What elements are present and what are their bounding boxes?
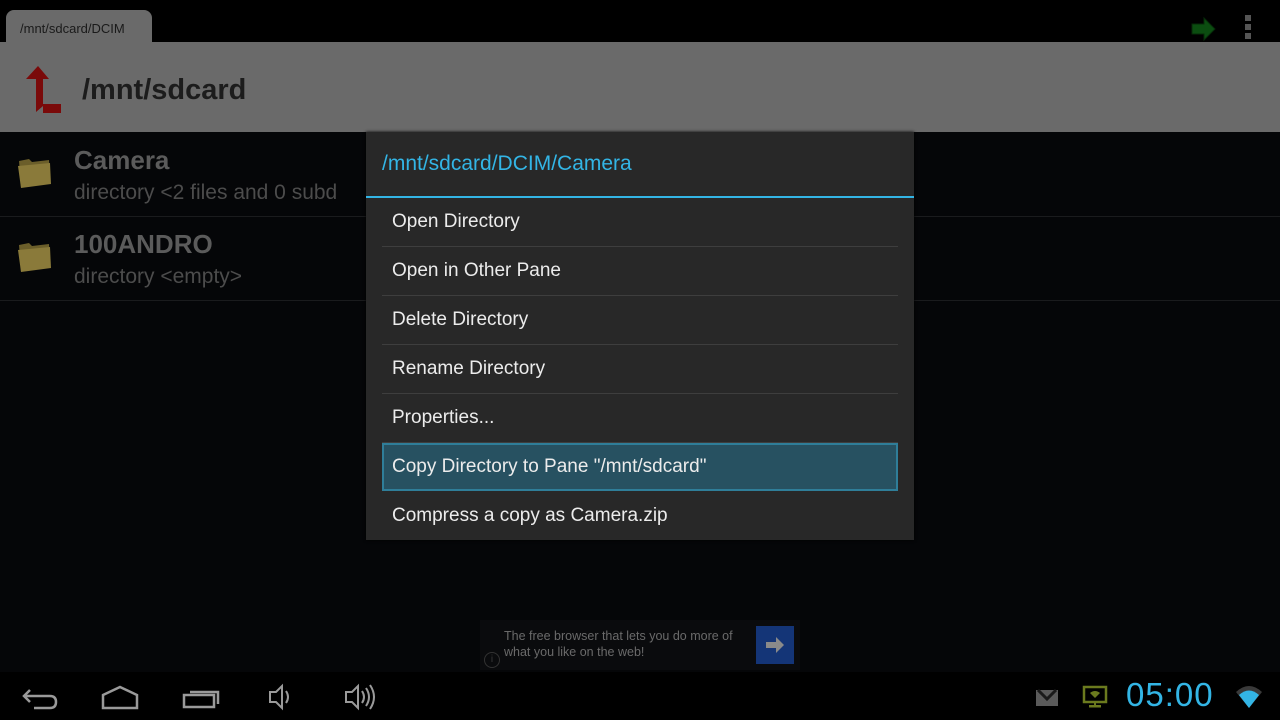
file-description: directory <2 files and 0 subd xyxy=(74,181,338,204)
up-directory-icon xyxy=(26,66,61,113)
current-path: /mnt/sdcard xyxy=(82,74,247,106)
monitor-icon xyxy=(1082,685,1108,708)
right-arrow-icon xyxy=(766,637,784,653)
volume-up-button[interactable] xyxy=(338,678,382,714)
folder-icon xyxy=(18,243,51,272)
gmail-notification[interactable] xyxy=(1032,678,1062,714)
menu-item-copy-directory-to-pane[interactable]: Copy Directory to Pane "/mnt/sdcard" xyxy=(382,443,898,491)
overflow-menu-icon xyxy=(1240,15,1256,39)
recent-apps-button[interactable] xyxy=(178,678,222,714)
system-navigation-bar: 05:00 xyxy=(0,672,1280,720)
back-icon xyxy=(22,689,58,710)
context-menu-dialog: /mnt/sdcard/DCIM/Camera Open Directory O… xyxy=(366,132,914,540)
tab-dcim[interactable]: /mnt/sdcard/DCIM xyxy=(6,10,152,42)
status-clock[interactable]: 05:00 xyxy=(1126,676,1214,714)
ad-text: The free browser that lets you do more o… xyxy=(504,629,733,659)
ad-arrow-button[interactable] xyxy=(756,626,794,664)
menu-item-label: Copy Directory to Pane "/mnt/sdcard" xyxy=(392,456,707,477)
overflow-menu-button[interactable] xyxy=(1240,14,1256,42)
menu-item-label: Delete Directory xyxy=(392,309,529,330)
recent-apps-icon xyxy=(182,690,220,709)
volume-down-button[interactable] xyxy=(258,678,302,714)
dialog-title: /mnt/sdcard/DCIM/Camera xyxy=(382,152,632,175)
menu-item-compress-copy[interactable]: Compress a copy as Camera.zip xyxy=(382,492,898,540)
wifi-status[interactable] xyxy=(1234,678,1264,714)
green-right-arrow-icon xyxy=(1191,16,1216,42)
tab-label: /mnt/sdcard/DCIM xyxy=(20,21,125,36)
path-header: /mnt/sdcard xyxy=(0,42,1280,132)
menu-item-label: Rename Directory xyxy=(392,358,546,379)
menu-item-properties[interactable]: Properties... xyxy=(382,394,898,443)
screen-cast-notification[interactable] xyxy=(1080,678,1110,714)
info-icon[interactable]: i xyxy=(484,652,500,668)
up-directory-button[interactable] xyxy=(22,66,64,116)
menu-item-label: Open in Other Pane xyxy=(392,260,561,281)
menu-item-rename-directory[interactable]: Rename Directory xyxy=(382,345,898,394)
wifi-icon xyxy=(1236,686,1262,708)
menu-item-label: Open Directory xyxy=(392,211,520,232)
menu-item-label: Compress a copy as Camera.zip xyxy=(392,505,668,526)
file-description: directory <empty> xyxy=(74,265,243,288)
action-bar: /mnt/sdcard/DCIM xyxy=(0,0,1280,42)
gmail-icon xyxy=(1036,688,1058,706)
menu-item-open-in-other-pane[interactable]: Open in Other Pane xyxy=(382,247,898,296)
menu-item-label: Properties... xyxy=(392,407,495,428)
volume-down-icon xyxy=(269,683,289,711)
ad-banner[interactable]: i The free browser that lets you do more… xyxy=(480,620,800,670)
menu-item-open-directory[interactable]: Open Directory xyxy=(382,198,898,247)
go-button[interactable] xyxy=(1186,16,1220,42)
menu-item-delete-directory[interactable]: Delete Directory xyxy=(382,296,898,345)
folder-icon xyxy=(18,159,51,188)
home-icon xyxy=(101,685,139,710)
home-button[interactable] xyxy=(98,678,142,714)
file-name: 100ANDRO xyxy=(74,229,213,259)
back-button[interactable] xyxy=(18,678,62,714)
file-name: Camera xyxy=(74,145,170,175)
volume-up-icon xyxy=(345,683,375,711)
